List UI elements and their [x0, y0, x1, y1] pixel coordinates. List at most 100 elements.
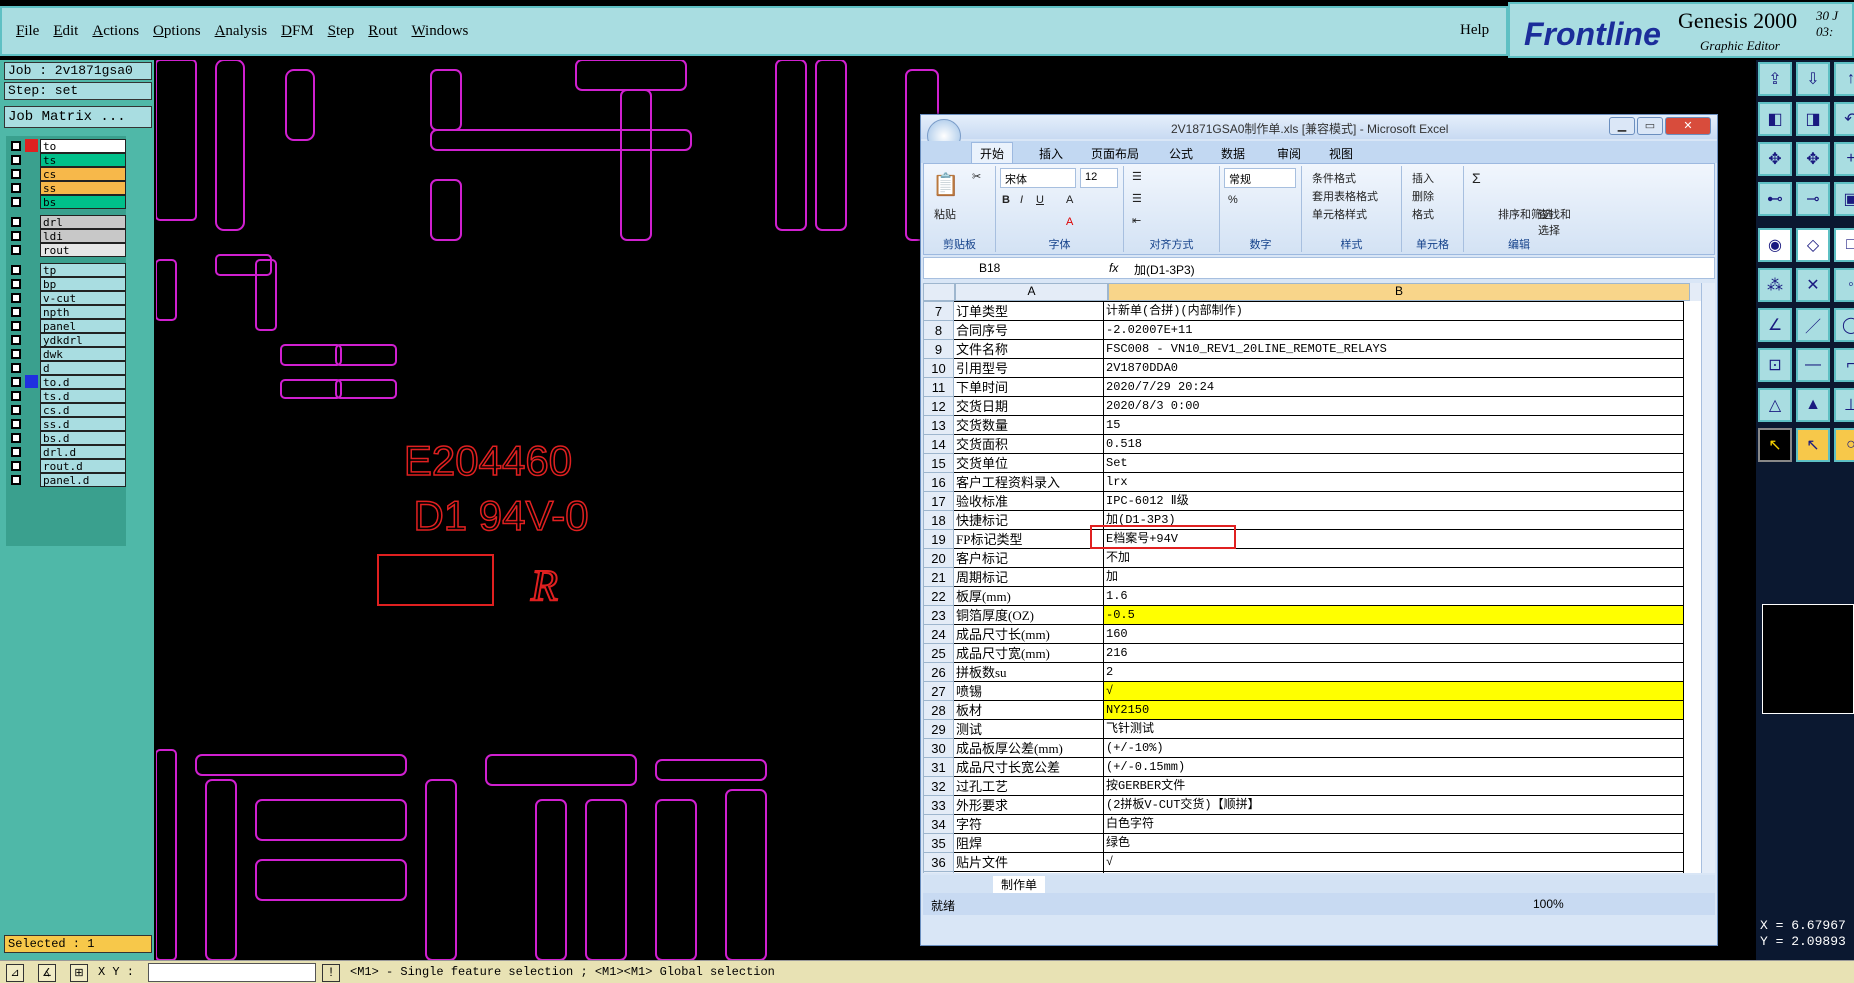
row-number[interactable]: 9 [923, 339, 954, 359]
cell-a[interactable]: 测试 [953, 719, 1104, 739]
cell-a[interactable]: 阻焊 [953, 833, 1104, 853]
layer-row[interactable]: drl [8, 214, 126, 229]
cell-a[interactable]: 文件名称 [953, 339, 1104, 359]
table-row[interactable]: 18 快捷标记 加(D1-3P3) [923, 510, 1684, 530]
segment-icon[interactable]: — [1796, 348, 1830, 382]
format-button[interactable]: 格式 [1412, 206, 1434, 222]
cell-b[interactable]: √ [1103, 681, 1684, 701]
layer-row[interactable]: cs.d [8, 402, 126, 417]
tab-page-layout[interactable]: 页面布局 [1091, 145, 1139, 162]
cell-b[interactable]: √ [1103, 852, 1684, 872]
arc-icon[interactable]: ／ [1796, 308, 1830, 342]
layer-checkbox[interactable] [11, 244, 21, 255]
lasso-icon[interactable]: ○ [1834, 428, 1854, 462]
zoom-area-icon[interactable]: ✥ [1796, 142, 1830, 176]
paste-button[interactable]: 粘贴 [934, 206, 956, 222]
table-row[interactable]: 28 板材 NY2150 [923, 700, 1684, 720]
row-number[interactable]: 7 [923, 301, 954, 321]
layer-row[interactable]: v-cut [8, 290, 126, 305]
tab-home[interactable]: 开始 [971, 142, 1014, 164]
cell-b[interactable]: -2.02007E+11 [1103, 320, 1684, 340]
row-number[interactable]: 11 [923, 377, 954, 397]
cell-b[interactable]: IPC-6012 Ⅱ级 [1103, 491, 1684, 511]
overview-window[interactable] [1762, 604, 1854, 714]
function-icon[interactable]: fx [1109, 261, 1118, 275]
layer-checkbox[interactable] [11, 334, 21, 345]
row-number[interactable]: 25 [923, 643, 954, 663]
layer-row[interactable]: panel [8, 318, 126, 333]
tab-data[interactable]: 数据 [1221, 145, 1245, 162]
row-number[interactable]: 33 [923, 795, 954, 815]
indent-icon[interactable]: ⇤ [1132, 214, 1141, 227]
triangle-icon[interactable]: △ [1758, 388, 1792, 422]
cell-a[interactable]: 合同序号 [953, 320, 1104, 340]
layer-row[interactable]: panel.d [8, 472, 126, 487]
table-row[interactable]: 30 成品板厚公差(mm) (+/-10%) [923, 738, 1684, 758]
row-number[interactable]: 22 [923, 586, 954, 606]
bold-icon[interactable]: B [1002, 194, 1010, 206]
row-number[interactable]: 35 [923, 833, 954, 853]
row-number[interactable]: 12 [923, 396, 954, 416]
layer-row[interactable]: bp [8, 276, 126, 291]
layer-checkbox[interactable] [11, 216, 21, 227]
table-row[interactable]: 32 过孔工艺 按GERBER文件 [923, 776, 1684, 796]
cell-b[interactable]: FSC008 - VN10_REV1_20LINE_REMOTE_RELAYS [1103, 339, 1684, 359]
cell-b[interactable]: 216 [1103, 643, 1684, 663]
cell-b[interactable]: -0.5 [1103, 605, 1684, 625]
table-row[interactable]: 34 字符 白色字符 [923, 814, 1684, 834]
cell-b[interactable]: (+/-10%) [1103, 738, 1684, 758]
tab-view[interactable]: 视图 [1329, 145, 1353, 162]
insert-button[interactable]: 插入 [1412, 170, 1434, 186]
row-number[interactable]: 8 [923, 320, 954, 340]
delete-button[interactable]: 删除 [1412, 188, 1434, 204]
layer-row[interactable]: ydkdrl [8, 332, 126, 347]
layer-checkbox[interactable] [11, 460, 21, 471]
layer-checkbox[interactable] [11, 376, 21, 387]
cell-a[interactable]: 交货数量 [953, 415, 1104, 435]
spreadsheet-grid[interactable]: 7 订单类型 计新单(合拼)(内部制作) 8 合同序号 -2.02007E+11 9 文件名称… [923, 301, 1701, 873]
table-row[interactable]: 26 拼板数su 2 [923, 662, 1684, 682]
cell-b[interactable]: 计新单(合拼)(内部制作) [1103, 301, 1684, 321]
pan-tool-icon[interactable]: ⊿ [6, 964, 24, 982]
table-row[interactable]: 31 成品尺寸长宽公差 (+/-0.15mm) [923, 757, 1684, 777]
row-number[interactable]: 19 [923, 529, 954, 549]
layer-checkbox[interactable] [11, 390, 21, 401]
align-top-icon[interactable]: ☰ [1132, 170, 1142, 183]
layer-checkbox[interactable] [11, 418, 21, 429]
grow-font-icon[interactable]: A [1066, 194, 1073, 206]
underline-icon[interactable]: U [1036, 194, 1044, 206]
cell-b[interactable]: Set [1103, 453, 1684, 473]
table-row[interactable]: 36 贴片文件 √ [923, 852, 1684, 872]
layer-row[interactable]: rout.d [8, 458, 126, 473]
table-row[interactable]: 24 成品尺寸长(mm) 160 [923, 624, 1684, 644]
table-row[interactable]: 13 交货数量 15 [923, 415, 1684, 435]
minimize-icon[interactable]: ▁ [1609, 117, 1635, 135]
paste-icon[interactable]: 📋 [932, 172, 959, 198]
row-number[interactable]: 30 [923, 738, 954, 758]
vertical-scrollbar[interactable] [1701, 283, 1715, 873]
font-size-select[interactable]: 12 [1080, 168, 1118, 188]
pan-right-icon[interactable]: ◨ [1796, 102, 1830, 136]
angle-tool-icon[interactable]: ∡ [38, 964, 56, 982]
layer-row[interactable]: cs [8, 166, 126, 181]
table-row[interactable]: 25 成品尺寸宽(mm) 216 [923, 643, 1684, 663]
layer-row[interactable]: to [8, 138, 126, 153]
row-number[interactable]: 13 [923, 415, 954, 435]
layer-checkbox[interactable] [11, 348, 21, 359]
table-row[interactable]: 16 客户工程资料录入 lrx [923, 472, 1684, 492]
cell-a[interactable]: 外形要求 [953, 795, 1104, 815]
cell-b[interactable]: (2拼板V-CUT交货)【顺拼】 [1103, 795, 1684, 815]
cell-a[interactable]: 喷锡 [953, 681, 1104, 701]
menu-help[interactable]: Help [1460, 22, 1489, 39]
cell-a[interactable]: 板材 [953, 700, 1104, 720]
layer-checkbox[interactable] [11, 278, 21, 289]
row-number[interactable]: 29 [923, 719, 954, 739]
cell-a[interactable]: 周期标记 [953, 567, 1104, 587]
cell-b[interactable]: lrx [1103, 472, 1684, 492]
cell-a[interactable]: 光绘文件 [953, 871, 1104, 873]
percent-icon[interactable]: % [1228, 194, 1238, 206]
row-number[interactable]: 34 [923, 814, 954, 834]
layer-checkbox[interactable] [11, 292, 21, 303]
row-number[interactable]: 15 [923, 453, 954, 473]
layer-row[interactable]: dwk [8, 346, 126, 361]
